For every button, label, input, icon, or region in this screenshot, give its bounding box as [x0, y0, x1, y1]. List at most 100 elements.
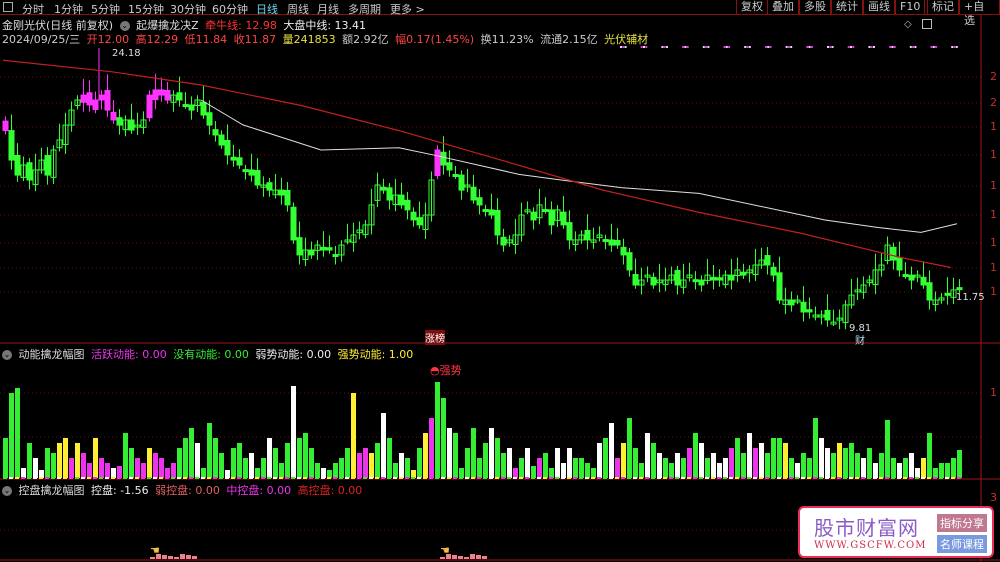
volume-bar	[339, 458, 344, 478]
kongpan-bar	[458, 556, 463, 559]
volume-bar	[243, 458, 248, 478]
cai-tag[interactable]: 财	[855, 332, 865, 347]
tab-daily[interactable]: 日线	[256, 1, 278, 17]
chevron-down-icon[interactable]: ⌄	[2, 350, 12, 360]
signal-dot	[663, 46, 666, 48]
marker-square	[57, 477, 61, 479]
add-watchlist-button[interactable]: +自选	[959, 0, 1000, 27]
candle-body	[494, 209, 501, 236]
overlay-button[interactable]: 叠加	[767, 0, 799, 15]
tab-monthly[interactable]: 月线	[317, 1, 339, 17]
volume-bar	[261, 458, 266, 478]
multi-stock-button[interactable]: 多股	[799, 0, 831, 15]
strong-signal: ◓强势	[430, 362, 462, 378]
panel-toggle-icon[interactable]	[3, 2, 13, 12]
chevron-down-icon[interactable]: ⌄	[119, 21, 130, 31]
zhangbang-tag[interactable]: 涨榜	[425, 330, 445, 345]
volume-bar	[357, 453, 362, 478]
mark-button[interactable]: 标记	[927, 0, 959, 15]
tab-30min[interactable]: 30分钟	[170, 1, 206, 17]
axis-label: 1	[990, 208, 997, 221]
chart-canvas[interactable]	[0, 0, 1000, 562]
signal-dot	[955, 46, 958, 48]
candle-body	[2, 120, 9, 132]
volume-bar	[645, 433, 650, 478]
tab-multi-period[interactable]: 多周期	[348, 1, 381, 17]
marker-square	[267, 477, 271, 479]
volume-bar	[123, 433, 128, 478]
marker-square	[747, 477, 751, 479]
volume-bar	[315, 463, 320, 478]
stats-button[interactable]: 统计	[831, 0, 863, 15]
tab-5min[interactable]: 5分钟	[91, 1, 120, 17]
candle-body	[716, 277, 723, 281]
date: 2024/09/25/三	[2, 33, 81, 46]
volume-bar	[99, 458, 104, 478]
volume-bar	[93, 438, 98, 478]
volume-bar	[489, 428, 494, 478]
sector-link[interactable]: 光伏辅材	[604, 33, 648, 46]
marker-square	[933, 477, 937, 479]
tab-weekly[interactable]: 周线	[287, 1, 309, 17]
marker-square	[537, 477, 541, 479]
signal-dot	[787, 46, 790, 48]
marker-square	[651, 477, 655, 479]
kongpan-bar	[482, 556, 487, 559]
kongpan-value: 控盘: -1.56	[91, 484, 149, 497]
candle-body	[698, 279, 705, 286]
marker-square	[489, 477, 493, 479]
tab-60min[interactable]: 60分钟	[212, 1, 248, 17]
chevron-down-icon[interactable]: ⌄	[2, 486, 12, 496]
panel-toggle-icon[interactable]	[922, 19, 932, 29]
marker-square	[801, 477, 805, 479]
candle-body	[908, 274, 915, 281]
low: 低11.84	[184, 33, 228, 46]
ruo-kongpan-value: 弱控盘: 0.00	[155, 484, 220, 497]
marker-square	[507, 477, 511, 479]
tab-15min[interactable]: 15分钟	[128, 1, 164, 17]
fuquan-button[interactable]: 复权	[736, 0, 768, 15]
diamond-icon[interactable]: ◇	[904, 19, 912, 30]
panel2-title[interactable]: 动能擒龙幅图	[19, 348, 85, 361]
marker-square	[369, 477, 373, 479]
tab-more[interactable]: 更多 >	[390, 1, 425, 17]
marker-square	[657, 477, 661, 479]
volume-bar	[867, 448, 872, 478]
volume-bar	[855, 453, 860, 478]
candle-body	[896, 257, 903, 271]
draw-button[interactable]: 画线	[863, 0, 895, 15]
signal-dot	[705, 46, 708, 48]
marker-square	[249, 477, 253, 479]
volume-bar	[213, 438, 218, 478]
marker-square	[45, 477, 49, 479]
tab-1min[interactable]: 1分钟	[54, 1, 83, 17]
marker-square	[759, 477, 763, 479]
marker-square	[765, 477, 769, 479]
f10-button[interactable]: F10	[895, 0, 926, 15]
kongpan-bar	[470, 554, 475, 559]
zhong-kongpan-value: 中控盘: 0.00	[226, 484, 292, 497]
candle-body	[236, 157, 243, 166]
volume-bar	[651, 443, 656, 478]
panel3-title[interactable]: 控盘擒龙幅图	[19, 484, 85, 497]
volume-bar	[351, 393, 356, 478]
volume-bar	[87, 463, 92, 478]
signal-dot	[723, 46, 726, 48]
volume-bar	[597, 443, 602, 478]
tab-fenshi[interactable]: 分时	[22, 1, 44, 17]
candle-body	[434, 149, 441, 176]
volume-bar	[63, 438, 68, 478]
kongpan-bar	[440, 557, 445, 559]
candle-body	[416, 217, 423, 226]
marker-square	[351, 477, 355, 479]
marker-square	[189, 477, 193, 479]
candle-body	[740, 271, 747, 276]
volume-bar	[711, 453, 716, 478]
volume-bar	[795, 463, 800, 478]
marker-square	[777, 477, 781, 479]
volume-bar	[369, 453, 374, 478]
volume-bar	[219, 453, 224, 478]
volume-bar	[417, 448, 422, 478]
candle-body	[944, 292, 951, 296]
signal-dot	[847, 46, 850, 48]
